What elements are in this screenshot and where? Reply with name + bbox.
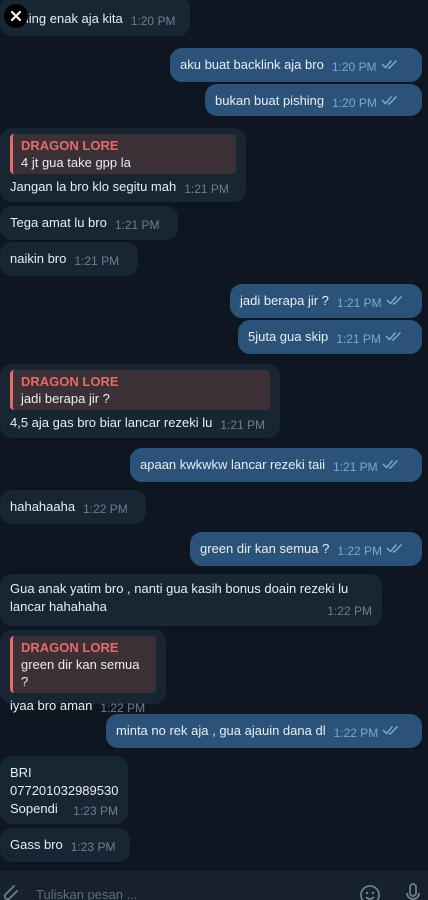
read-check-icon — [382, 459, 398, 469]
message-text: iyaa bro aman — [10, 698, 93, 713]
message-time: 1:21 PM — [336, 332, 381, 346]
message-text: aku buat backlink aja bro — [180, 57, 324, 72]
message-text: Jangan la bro klo segitu mah — [10, 179, 177, 194]
message-time: 1:20 PM — [332, 96, 377, 110]
message-text: 4,5 aja gas bro biar lancar rezeki lu — [10, 415, 213, 430]
reply-text: green dir kan semua ? — [21, 657, 140, 689]
message-outgoing[interactable]: aku buat backlink aja bro 1:20 PM — [170, 48, 422, 82]
message-text: naikin bro — [10, 251, 67, 266]
message-time: 1:21 PM — [336, 296, 382, 310]
read-check-icon — [385, 331, 401, 341]
message-outgoing[interactable]: 5juta gua skip 1:21 PM — [238, 320, 422, 354]
read-check-icon — [386, 295, 402, 305]
message-incoming[interactable]: DRAGON LORE 4 jt gua take gpp la Jangan … — [0, 128, 246, 202]
message-time: 1:22 PM — [333, 726, 379, 740]
message-time: 1:21 PM — [220, 418, 266, 432]
microphone-icon[interactable] — [404, 882, 422, 900]
message-incoming[interactable]: Saling enak aja kita 1:20 PM — [0, 0, 190, 36]
message-time: 1:22 PM — [83, 502, 128, 516]
reply-sender: DRAGON LORE — [21, 374, 119, 389]
message-outgoing[interactable]: minta no rek aja , gua ajauin dana dl 1:2… — [106, 714, 422, 748]
message-incoming[interactable]: naikin bro 1:21 PM — [0, 242, 138, 276]
reply-sender: DRAGON LORE — [21, 138, 119, 153]
message-time: 1:21 PM — [184, 182, 229, 196]
read-check-icon — [380, 59, 397, 69]
message-time: 1:23 PM — [73, 804, 118, 818]
message-time: 1:22 PM — [327, 604, 372, 618]
reply-text: 4 jt gua take gpp la — [21, 155, 131, 170]
message-incoming[interactable]: Tega amat lu bro 1:21 PM — [0, 206, 178, 240]
message-outgoing[interactable]: green dir kan semua ? 1:22 PM — [190, 532, 422, 566]
message-text: bukan buat pishing — [215, 93, 325, 108]
message-input[interactable]: Tuliskan pesan ... — [36, 887, 137, 900]
message-time: 1:20 PM — [331, 60, 377, 74]
chat-history[interactable]: Saling enak aja kita 1:20 PM aku buat bac… — [0, 0, 428, 870]
message-text: Gass bro — [10, 837, 63, 852]
reply-quote[interactable]: DRAGON LORE jadi berapa jir ? — [10, 370, 270, 410]
message-text: Gua anak yatim bro , nanti gua kasih bon… — [10, 581, 352, 614]
paperclip-icon[interactable] — [0, 883, 20, 900]
message-text: apaan kwkwkw lancar rezeki taii — [140, 457, 325, 472]
message-text: green dir kan semua ? — [200, 541, 330, 556]
message-time: 1:23 PM — [70, 840, 116, 854]
close-button[interactable] — [4, 4, 28, 28]
message-outgoing[interactable]: apaan kwkwkw lancar rezeki taii 1:21 PM — [130, 448, 422, 482]
message-incoming[interactable]: DRAGON LORE green dir kan semua ? iyaa b… — [0, 630, 166, 715]
close-icon — [10, 10, 22, 22]
message-text: jadi berapa jir ? — [240, 293, 329, 308]
message-incoming[interactable]: hahahaaha 1:22 PM — [0, 490, 146, 524]
message-text: 5juta gua skip — [248, 329, 329, 344]
message-incoming[interactable]: DRAGON LORE jadi berapa jir ? 4,5 aja ga… — [0, 364, 280, 438]
emoji-icon[interactable] — [359, 884, 381, 900]
message-text: minta no rek aja , gua ajauin dana dl — [116, 723, 326, 738]
message-time: 1:22 PM — [337, 544, 383, 558]
message-incoming[interactable]: BRI 077201032989530 Sopendi 1:23 PM — [0, 756, 128, 824]
message-composer: Tuliskan pesan ... — [0, 870, 428, 900]
message-time: 1:21 PM — [332, 460, 378, 474]
message-outgoing[interactable]: jadi berapa jir ? 1:21 PM — [230, 284, 422, 318]
reply-quote[interactable]: DRAGON LORE green dir kan semua ? — [10, 636, 156, 693]
read-check-icon — [386, 543, 403, 553]
message-text: hahahaaha — [10, 499, 76, 514]
message-text: Tega amat lu bro — [10, 215, 107, 230]
message-incoming[interactable]: Gua anak yatim bro , nanti gua kasih bon… — [0, 574, 382, 626]
read-check-icon — [381, 95, 397, 105]
read-check-icon — [382, 725, 399, 735]
reply-sender: DRAGON LORE — [21, 640, 119, 655]
message-outgoing[interactable]: bukan buat pishing 1:20 PM — [205, 84, 422, 116]
message-time: 1:21 PM — [74, 254, 120, 268]
message-time: 1:21 PM — [114, 218, 160, 232]
reply-quote[interactable]: DRAGON LORE 4 jt gua take gpp la — [10, 134, 236, 174]
message-time: 1:20 PM — [130, 14, 176, 28]
reply-text: jadi berapa jir ? — [21, 391, 110, 406]
message-incoming[interactable]: Gass bro 1:23 PM — [0, 828, 130, 862]
